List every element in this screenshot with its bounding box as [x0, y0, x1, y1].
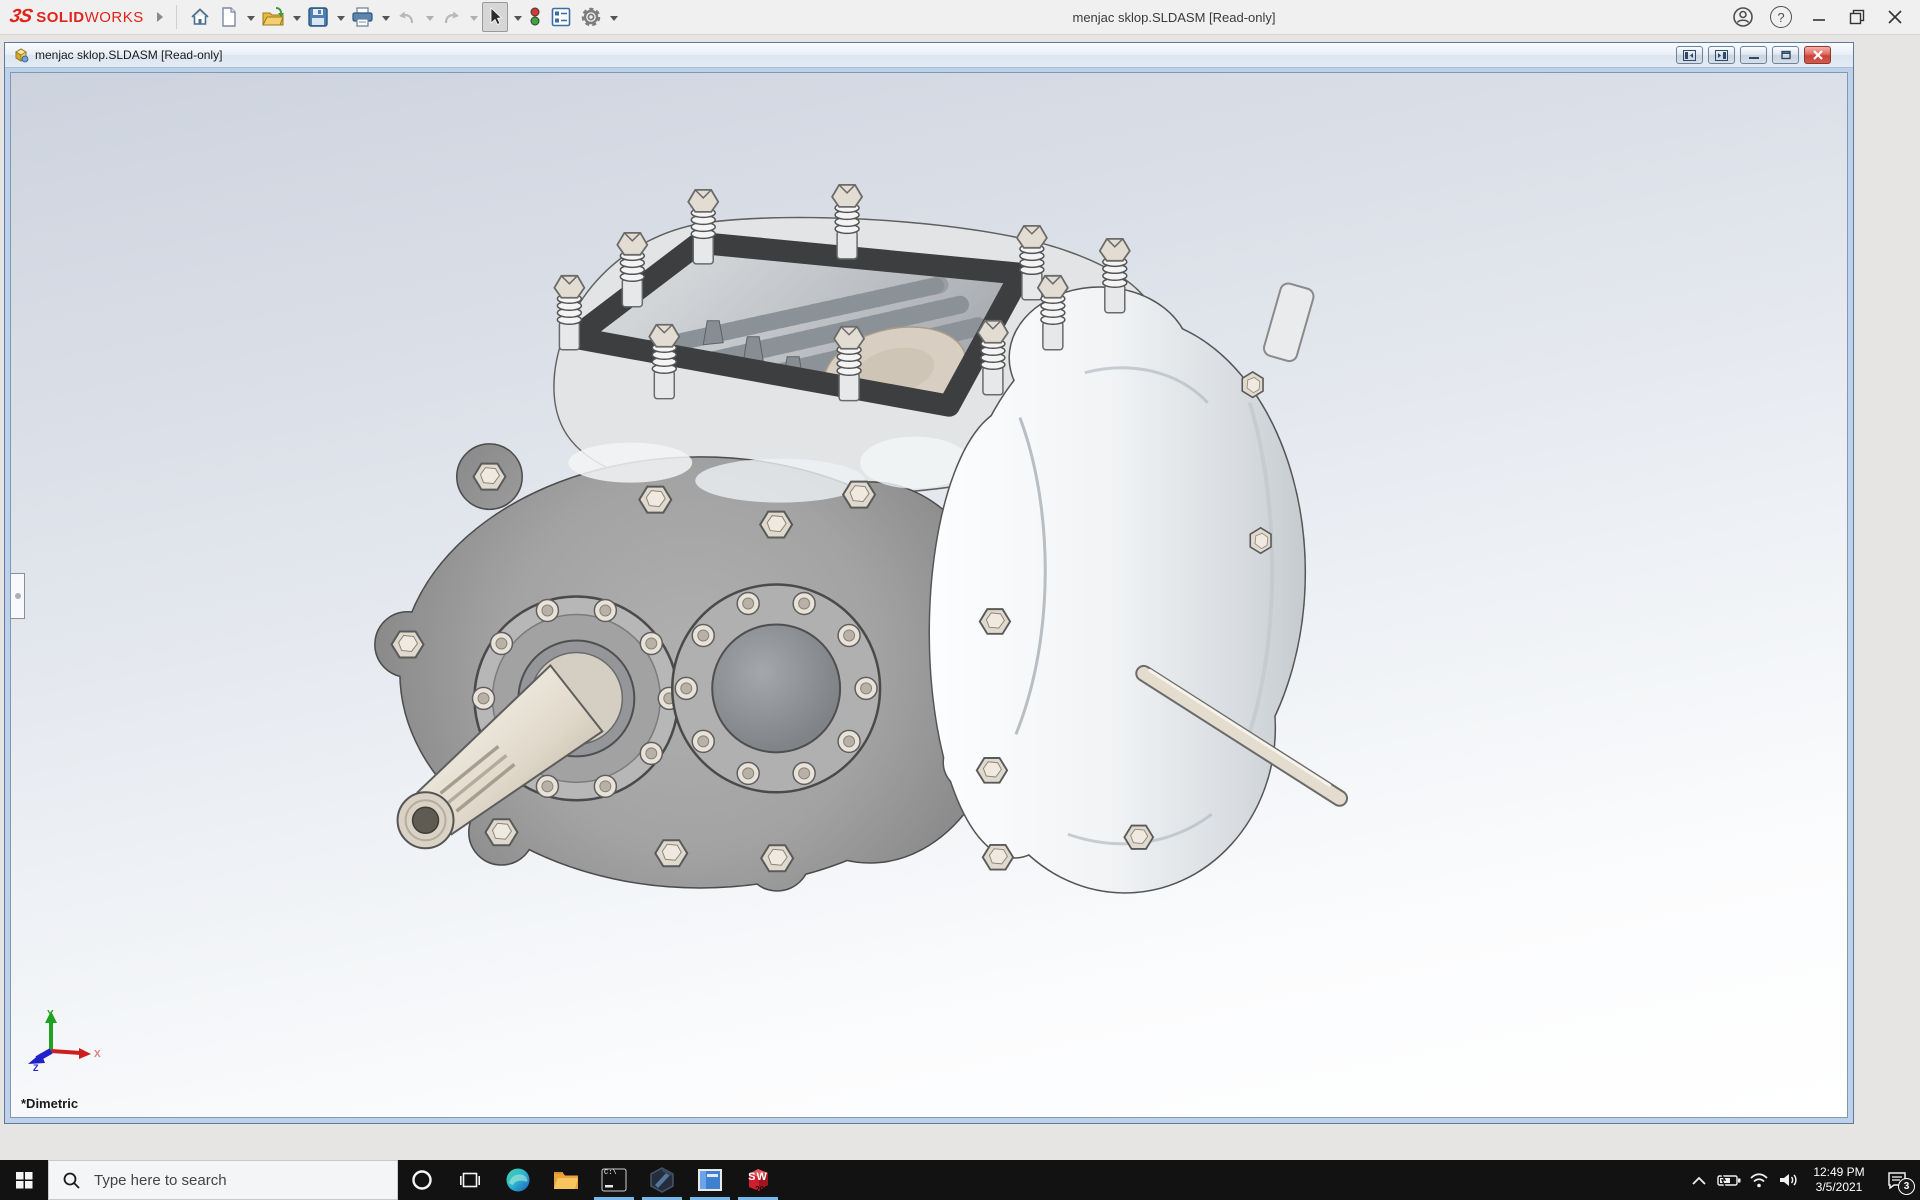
battery-icon[interactable]	[1714, 1160, 1744, 1200]
select-tool-button[interactable]	[481, 2, 508, 32]
document-window: menjac sklop.SLDASM [Read-only] Y X Z *D…	[4, 42, 1854, 1124]
windows-taskbar: C:\ SW 2021	[0, 1160, 1920, 1200]
solidworks-2021-icon: SW 2021	[745, 1167, 773, 1194]
graphics-viewport[interactable]: Y X Z *Dimetric	[10, 72, 1848, 1118]
help-icon[interactable]: ?	[1766, 3, 1796, 31]
command-prompt-icon: C:\	[601, 1167, 627, 1193]
titlebar-right-controls: ?	[1728, 0, 1910, 34]
open-button[interactable]	[259, 3, 287, 31]
taskbar-spacer	[782, 1160, 1684, 1200]
cmd-icon-text: C:\	[604, 1169, 617, 1177]
selection-filter-icon[interactable]	[526, 3, 544, 31]
search-icon	[63, 1172, 80, 1189]
volume-icon[interactable]	[1774, 1160, 1804, 1200]
wifi-icon[interactable]	[1744, 1160, 1774, 1200]
new-dropdown-icon[interactable]	[246, 8, 255, 26]
edge-icon	[505, 1167, 531, 1193]
document-titlebar[interactable]: menjac sklop.SLDASM [Read-only]	[5, 43, 1853, 68]
home-button[interactable]	[187, 3, 213, 31]
splitter-dot-icon	[14, 593, 21, 599]
triad-x-label: X	[94, 1049, 101, 1060]
task-view-icon	[460, 1172, 480, 1188]
options-dropdown-icon[interactable]	[609, 8, 618, 26]
doc-minimize-button[interactable]	[1740, 46, 1767, 64]
undo-dropdown-icon[interactable]	[425, 8, 434, 26]
account-icon[interactable]	[1728, 3, 1758, 31]
sw-icon-year: 2021	[755, 1185, 773, 1194]
doc-close-button[interactable]	[1804, 46, 1831, 64]
tile-right-button[interactable]	[1708, 46, 1735, 64]
action-center-button[interactable]: 3	[1874, 1160, 1920, 1200]
options-gear-icon[interactable]	[578, 3, 604, 31]
taskbar-app-window[interactable]	[686, 1160, 734, 1200]
cortana-button[interactable]	[398, 1160, 446, 1200]
cortana-icon	[412, 1170, 432, 1190]
triad-z-label: Z	[33, 1063, 39, 1073]
redo-dropdown-icon[interactable]	[469, 8, 478, 26]
quick-access-toolbar	[187, 2, 618, 32]
solidworks-logo: 3S SOLID WORKS	[7, 6, 144, 27]
open-dropdown-icon[interactable]	[292, 8, 301, 26]
display-settings-button[interactable]	[548, 3, 574, 31]
gearbox-3d-model	[374, 183, 1349, 894]
toolbar-separator	[175, 5, 177, 29]
search-input[interactable]	[92, 1170, 356, 1190]
feature-pane-splitter-tab[interactable]	[11, 573, 25, 619]
system-tray: 12:49 PM 3/5/2021 3	[1684, 1160, 1920, 1200]
triad-y-label: Y	[47, 1009, 54, 1020]
taskbar-app-hexagon[interactable]	[638, 1160, 686, 1200]
hexagon-app-icon	[649, 1167, 675, 1193]
document-window-buttons	[1676, 46, 1853, 64]
tile-left-button[interactable]	[1676, 46, 1703, 64]
undo-button[interactable]	[394, 3, 420, 31]
tray-time: 12:49 PM	[1813, 1165, 1865, 1179]
save-dropdown-icon[interactable]	[336, 8, 345, 26]
close-button[interactable]	[1880, 3, 1910, 31]
taskbar-app-command-prompt[interactable]: C:\	[590, 1160, 638, 1200]
logo-mark: 3S	[7, 6, 34, 27]
window-app-icon	[697, 1167, 723, 1193]
taskbar-app-file-explorer[interactable]	[542, 1160, 590, 1200]
taskbar-app-edge[interactable]	[494, 1160, 542, 1200]
window-title: menjac sklop.SLDASM [Read-only]	[1072, 9, 1276, 25]
task-view-button[interactable]	[446, 1160, 494, 1200]
save-button[interactable]	[305, 3, 331, 31]
file-explorer-icon	[553, 1167, 579, 1193]
print-button[interactable]	[349, 3, 376, 31]
notification-badge: 3	[1898, 1178, 1915, 1195]
assembly-icon	[13, 47, 29, 63]
print-dropdown-icon[interactable]	[381, 8, 390, 26]
tray-date: 3/5/2021	[1815, 1180, 1863, 1194]
new-document-button[interactable]	[217, 3, 241, 31]
select-dropdown-icon[interactable]	[513, 8, 522, 26]
taskbar-search-box[interactable]	[48, 1160, 398, 1200]
tray-clock[interactable]: 12:49 PM 3/5/2021	[1804, 1165, 1874, 1195]
tray-chevron-icon[interactable]	[1684, 1160, 1714, 1200]
taskbar-app-solidworks[interactable]: SW 2021	[734, 1160, 782, 1200]
redo-button[interactable]	[438, 3, 464, 31]
view-orientation-label: *Dimetric	[21, 1096, 79, 1111]
minimize-button[interactable]	[1804, 3, 1834, 31]
menu-expand-icon[interactable]	[156, 11, 164, 23]
start-button[interactable]	[0, 1160, 48, 1200]
sw-icon-text: SW	[748, 1171, 768, 1183]
restore-button[interactable]	[1842, 3, 1872, 31]
solidworks-screen: 3S SOLID WORKS menjac sklop.SLDASM [Read…	[0, 0, 1920, 1200]
windows-logo-icon	[15, 1171, 32, 1188]
orientation-triad: Y X Z	[28, 1009, 101, 1073]
document-title: menjac sklop.SLDASM [Read-only]	[35, 48, 223, 62]
main-titlebar: 3S SOLID WORKS menjac sklop.SLDASM [Read…	[0, 0, 1920, 35]
doc-restore-button[interactable]	[1772, 46, 1799, 64]
